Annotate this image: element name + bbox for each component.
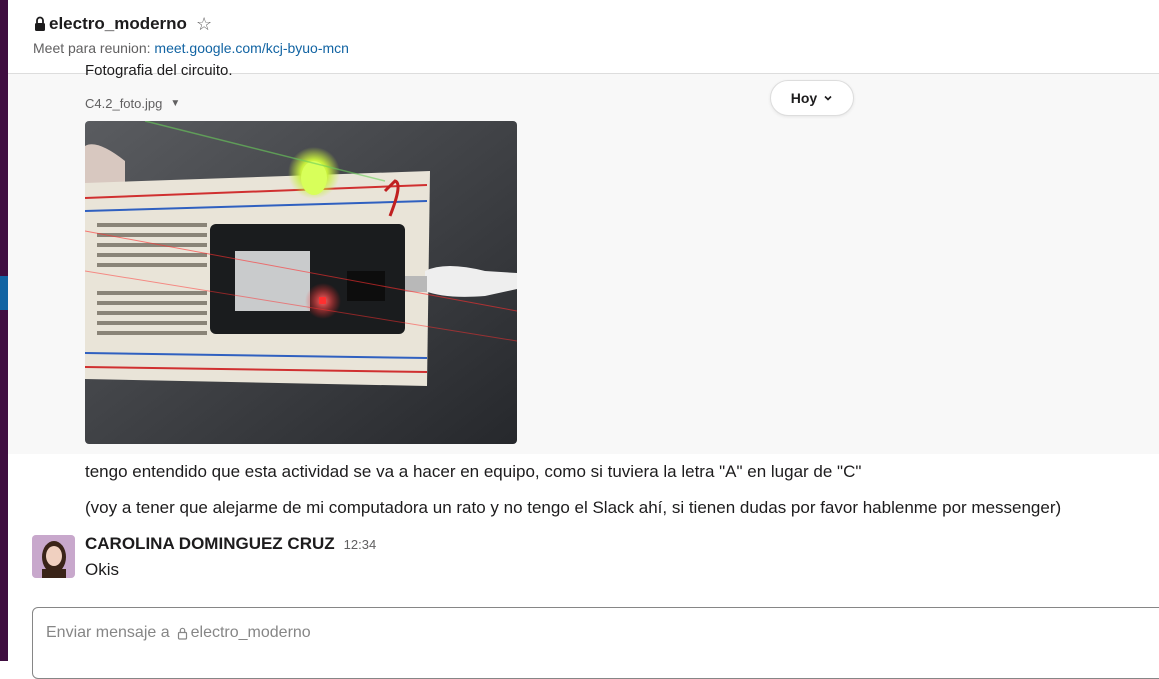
channel-topic: Meet para reunion: meet.google.com/kcj-b… [33,40,349,56]
message-timestamp[interactable]: 12:34 [344,537,377,552]
attached-photo[interactable] [85,121,517,444]
lock-icon [35,16,45,31]
date-divider-button[interactable]: Hoy [770,80,854,116]
placeholder-channel: electro_moderno [190,624,311,641]
message-text: Okis [85,560,119,579]
channel-name[interactable]: electro_moderno [49,14,187,34]
circuit-photo-illustration [85,121,517,444]
topic-prefix: Meet para reunion: [33,40,151,56]
placeholder-prefix: Enviar mensaje a [46,624,170,641]
channel-title-row: electro_moderno ☆ [33,14,212,34]
caret-down-icon[interactable]: ▼ [170,98,180,109]
date-label: Hoy [790,90,818,106]
message-text: tengo entendido que esta actividad se va… [85,462,862,481]
message-text-cut: Fotografia del circuito. [85,62,233,79]
file-attachment-header: C4.2_foto.jpg ▼ [85,96,180,111]
workspace-sidebar-edge [0,0,8,661]
sidebar-active-marker [0,276,8,310]
file-name[interactable]: C4.2_foto.jpg [85,96,162,111]
star-icon[interactable]: ☆ [196,15,212,33]
lock-icon [177,627,187,640]
topic-link[interactable]: meet.google.com/kcj-byuo-mcn [154,40,349,56]
avatar[interactable] [32,535,75,578]
avatar-image [32,535,75,578]
message-composer[interactable]: Enviar mensaje a electro_moderno [32,607,1159,679]
author-name[interactable]: CAROLINA DOMINGUEZ CRUZ [85,534,335,554]
chevron-down-icon [824,95,832,101]
composer-placeholder: Enviar mensaje a electro_moderno [46,624,311,642]
message-meta: CAROLINA DOMINGUEZ CRUZ 12:34 [85,534,376,554]
message-text: (voy a tener que alejarme de mi computad… [85,498,1062,517]
